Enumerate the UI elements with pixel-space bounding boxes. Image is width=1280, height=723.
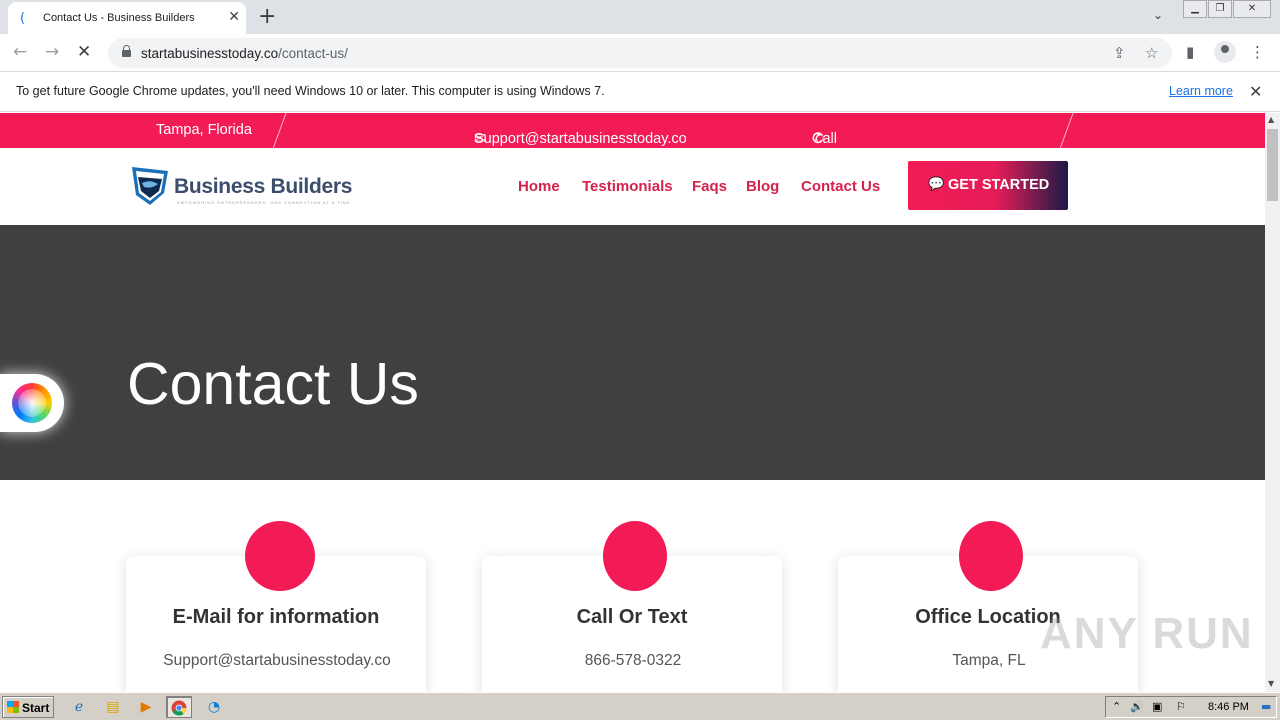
get-started-label: GET STARTED xyxy=(948,177,1050,193)
hero-banner: Contact Us xyxy=(0,225,1265,480)
nav-home[interactable]: Home xyxy=(518,178,560,195)
card-text[interactable]: 866-578-0322 xyxy=(517,646,749,675)
nav-blog[interactable]: Blog xyxy=(746,178,779,195)
minimize-icon[interactable]: ▁ xyxy=(1183,0,1207,18)
profile-avatar[interactable] xyxy=(1214,41,1236,63)
loading-icon: ( xyxy=(20,11,26,26)
card-title: Call Or Text xyxy=(576,606,688,628)
site-header: Business Builders EMPOWERING ENTREPRENEU… xyxy=(0,148,1265,225)
new-tab-icon[interactable]: + xyxy=(258,4,276,29)
nav-testimonials[interactable]: Testimonials xyxy=(582,178,673,195)
chrome-taskbar-icon[interactable] xyxy=(166,696,192,718)
restore-icon[interactable]: ❐ xyxy=(1208,0,1232,18)
volume-icon[interactable]: 🔊 xyxy=(1130,700,1144,713)
browser-tab[interactable]: ( Contact Us - Business Builders ✕ xyxy=(8,2,246,34)
forward-icon[interactable]: → xyxy=(45,42,59,62)
back-icon[interactable]: ← xyxy=(13,42,27,62)
lock-icon[interactable] xyxy=(122,45,131,57)
share-icon[interactable]: ⇪ xyxy=(1113,44,1126,62)
bookmark-star-icon[interactable]: ☆ xyxy=(1145,44,1158,62)
close-tab-icon[interactable]: ✕ xyxy=(228,9,240,25)
address-bar[interactable]: startabusinesstoday.co/contact-us/ ⇪ ☆ xyxy=(108,38,1172,68)
taskbar-clock[interactable]: 8:46 PM xyxy=(1208,701,1249,713)
chevron-down-icon[interactable]: ⌄ xyxy=(1153,8,1163,22)
start-button[interactable]: Start xyxy=(2,696,54,718)
action-center-flag-icon[interactable]: ⚐ xyxy=(1176,700,1186,713)
logo-text[interactable]: Business Builders xyxy=(174,175,352,199)
contact-topbar: Tampa, Florida ✉ Support@startabusinesst… xyxy=(0,113,1265,243)
side-panel-icon[interactable]: ▮ xyxy=(1186,43,1194,61)
browser-toolbar: ← → ✕ startabusinesstoday.co/contact-us/… xyxy=(0,34,1280,72)
scrollbar-thumb[interactable] xyxy=(1267,129,1278,201)
update-infobar: To get future Google Chrome updates, you… xyxy=(0,72,1280,112)
web-page: Tampa, Florida ✉ Support@startabusinesst… xyxy=(0,113,1265,692)
topbar-location: Tampa, Florida xyxy=(156,122,252,138)
anyrun-watermark: ANY RUN xyxy=(1040,609,1254,658)
email-circle-icon xyxy=(245,521,315,591)
infobar-message: To get future Google Chrome updates, you… xyxy=(16,84,605,98)
phone-circle-icon xyxy=(603,521,667,591)
handshake-shield-logo-icon[interactable] xyxy=(130,165,170,207)
stop-icon[interactable]: ✕ xyxy=(77,42,91,62)
media-player-icon[interactable]: ▶ xyxy=(133,696,159,718)
divider xyxy=(1058,113,1075,151)
network-icon[interactable]: ▣ xyxy=(1152,700,1162,713)
windows-taskbar: Start ℯ ▤ ▶ ◔ ⌃ 🔊 ▣ ⚐ ▬ 8:46 PM xyxy=(0,692,1280,720)
location-circle-icon xyxy=(959,521,1023,591)
chrome-icon xyxy=(171,700,187,716)
card-title: E-Mail for information xyxy=(172,606,380,628)
page-scrollbar[interactable]: ▲ ▼ xyxy=(1265,113,1280,692)
system-tray: ⌃ 🔊 ▣ ⚐ ▬ xyxy=(1105,696,1277,718)
get-started-button[interactable]: 💬 GET STARTED xyxy=(908,161,1068,210)
learn-more-link[interactable]: Learn more xyxy=(1169,84,1233,98)
windows-logo-icon xyxy=(7,701,19,713)
scroll-down-icon[interactable]: ▼ xyxy=(1268,679,1274,688)
close-infobar-icon[interactable]: ✕ xyxy=(1249,82,1262,101)
tab-strip: ( Contact Us - Business Builders ✕ + ⌄ ▁… xyxy=(0,0,1280,34)
explorer-folder-icon[interactable]: ▤ xyxy=(100,696,126,718)
scroll-up-icon[interactable]: ▲ xyxy=(1268,115,1274,124)
menu-icon[interactable]: ⋮ xyxy=(1250,43,1265,61)
ie-icon[interactable]: ℯ xyxy=(66,696,92,718)
nav-faqs[interactable]: Faqs xyxy=(692,178,727,195)
divider xyxy=(271,113,288,151)
tab-title: Contact Us - Business Builders xyxy=(43,12,195,24)
page-title: Contact Us xyxy=(127,351,419,417)
tray-expand-icon[interactable]: ⌃ xyxy=(1112,700,1121,713)
logo-tagline: EMPOWERING ENTREPRENEURS, ONE CONNECTION… xyxy=(177,200,351,205)
start-label: Start xyxy=(22,701,50,715)
edge-icon[interactable]: ◔ xyxy=(201,696,227,718)
close-window-icon[interactable]: ✕ xyxy=(1233,0,1271,18)
show-desktop-icon[interactable]: ▬ xyxy=(1261,700,1271,713)
card-text[interactable]: Support@startabusinesstoday.co xyxy=(161,646,393,675)
color-picker-widget[interactable] xyxy=(0,374,64,432)
chat-icon: 💬 xyxy=(928,177,945,192)
url-text[interactable]: startabusinesstoday.co/contact-us/ xyxy=(141,46,348,61)
nav-contact-us[interactable]: Contact Us xyxy=(801,178,880,195)
color-wheel-icon xyxy=(12,383,52,423)
